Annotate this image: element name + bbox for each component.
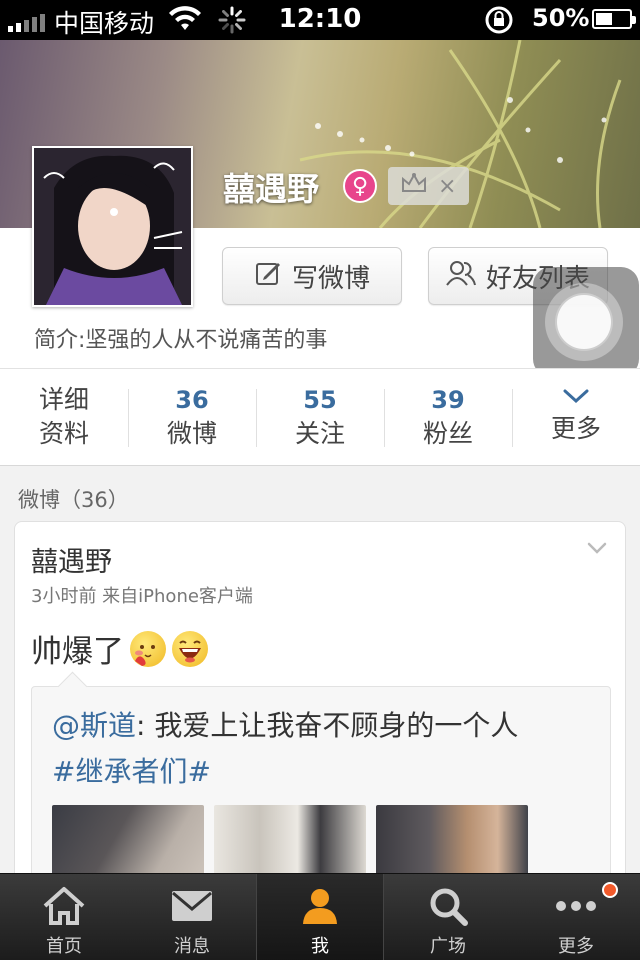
write-weibo-button[interactable]: 写微博 <box>222 247 402 305</box>
profile-bio: 简介:坚强的人从不说痛苦的事 <box>34 328 328 353</box>
tab-home-label: 首页 <box>46 936 82 957</box>
battery-icon <box>592 9 636 29</box>
profile-stats-bar: 详细 资料 36 微博 55 关注 39 粉丝 更多 <box>0 368 640 466</box>
profile-username: 囍遇野 <box>223 170 320 208</box>
avatar[interactable] <box>32 146 193 307</box>
stat-more-label: 更多 <box>550 414 601 443</box>
post-text-content: 帅爆了 <box>31 634 124 670</box>
stat-following-label: 关注 <box>294 419 345 448</box>
close-icon[interactable]: × <box>438 174 456 199</box>
stat-weibo-label: 微博 <box>166 419 217 448</box>
stat-more[interactable]: 更多 <box>512 369 640 465</box>
laughing-emoji-icon <box>172 630 208 667</box>
assistive-touch-button[interactable] <box>533 267 639 377</box>
write-weibo-label: 写微博 <box>291 263 370 294</box>
person-icon <box>296 886 344 926</box>
post-text: 帅爆了 <box>31 626 208 671</box>
vip-badge[interactable]: × <box>388 167 469 205</box>
home-icon <box>40 886 88 926</box>
female-gender-icon: ♀ <box>343 169 377 203</box>
notification-badge <box>602 882 618 898</box>
stat-weibo[interactable]: 36 微博 <box>128 369 256 465</box>
stat-weibo-count: 36 <box>175 386 209 414</box>
battery-percent: 50% <box>532 4 590 32</box>
tab-plaza-label: 广场 <box>430 936 466 957</box>
friends-icon <box>446 259 476 294</box>
repost-body: : 我爱上让我奋不顾身的一个人 <box>136 709 519 742</box>
repost-text: @斯道: 我爱上让我奋不顾身的一个人 #继承者们# <box>52 703 592 795</box>
stat-following-count: 55 <box>303 386 337 414</box>
weibo-section-title: 微博（36） <box>18 488 129 512</box>
repost-mention-link[interactable]: @斯道 <box>52 709 136 742</box>
tab-more[interactable]: 更多 <box>512 874 640 960</box>
stat-following[interactable]: 55 关注 <box>256 369 384 465</box>
blushing-emoji-icon <box>130 630 166 667</box>
envelope-icon <box>168 886 216 926</box>
compose-icon <box>254 259 282 294</box>
crown-icon <box>400 171 428 201</box>
tab-messages-label: 消息 <box>174 936 210 957</box>
stat-fans[interactable]: 39 粉丝 <box>384 369 512 465</box>
more-dots-icon <box>552 886 600 926</box>
stat-fans-label: 粉丝 <box>422 419 473 448</box>
stat-detail-line2: 资料 <box>38 419 89 448</box>
post-author[interactable]: 囍遇野 <box>31 540 112 579</box>
tab-plaza[interactable]: 广场 <box>384 874 512 960</box>
tab-me[interactable]: 我 <box>256 874 384 960</box>
tab-messages[interactable]: 消息 <box>128 874 256 960</box>
tab-home[interactable]: 首页 <box>0 874 128 960</box>
weibo-post-card[interactable]: 囍遇野 3小时前 来自iPhone客户端 帅爆了 @斯道: 我爱上让我奋不顾身的… <box>14 521 626 921</box>
tab-me-label: 我 <box>311 936 329 957</box>
search-icon <box>424 886 472 926</box>
tab-more-label: 更多 <box>558 936 594 957</box>
stat-fans-count: 39 <box>431 386 465 414</box>
rotation-lock-icon <box>484 5 514 41</box>
chevron-down-icon <box>563 389 589 404</box>
post-options-chevron-icon[interactable] <box>587 540 607 559</box>
stat-detail-line1: 详细 <box>38 385 89 414</box>
status-bar: 中国移动 12:10 50% <box>0 0 640 40</box>
post-meta: 3小时前 来自iPhone客户端 <box>31 586 253 607</box>
bottom-tab-bar: 首页 消息 我 广场 更多 <box>0 873 640 960</box>
repost-hashtag-link[interactable]: #继承者们# <box>52 755 211 788</box>
stat-detail-info[interactable]: 详细 资料 <box>0 369 128 465</box>
